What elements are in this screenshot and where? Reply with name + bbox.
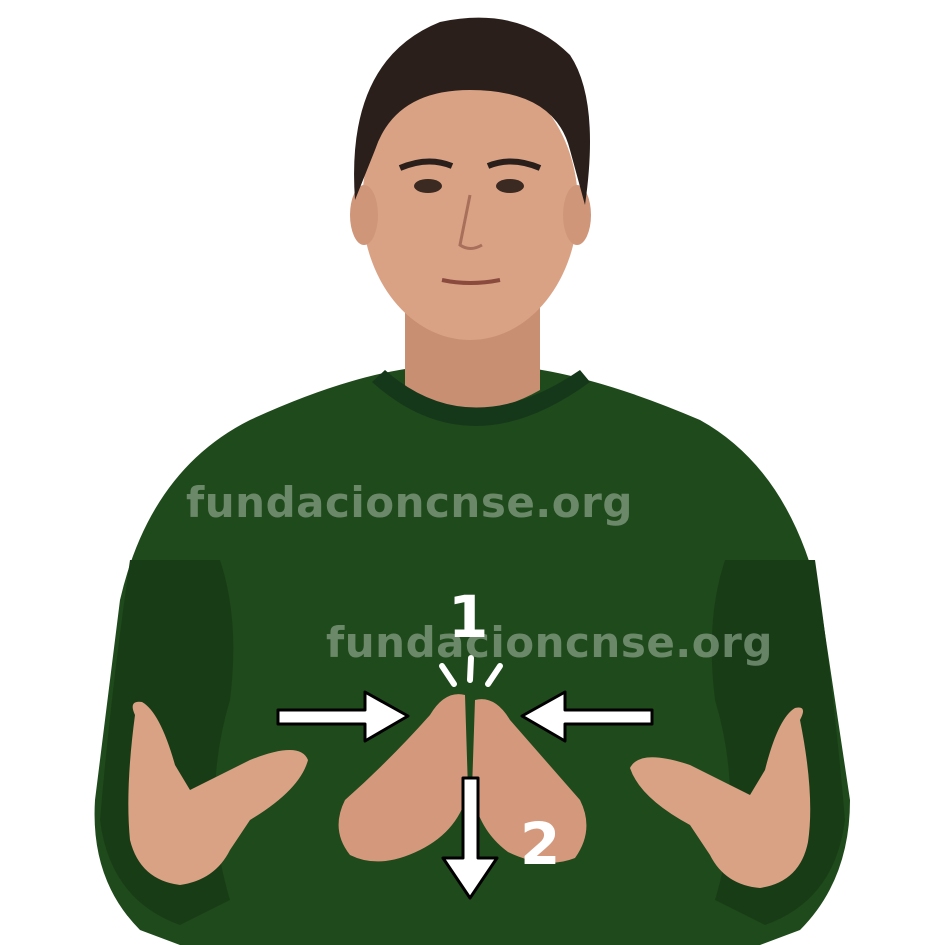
step-number-1: 1 xyxy=(448,583,489,651)
left-ear xyxy=(350,185,378,245)
step-number-2: 2 xyxy=(520,810,561,878)
watermark: fundacioncnse.org xyxy=(186,478,633,527)
left-eye xyxy=(414,179,442,193)
right-ear xyxy=(563,185,591,245)
watermark: fundacioncnse.org xyxy=(326,618,773,667)
right-eye xyxy=(496,179,524,193)
sign-illustration xyxy=(94,17,850,945)
